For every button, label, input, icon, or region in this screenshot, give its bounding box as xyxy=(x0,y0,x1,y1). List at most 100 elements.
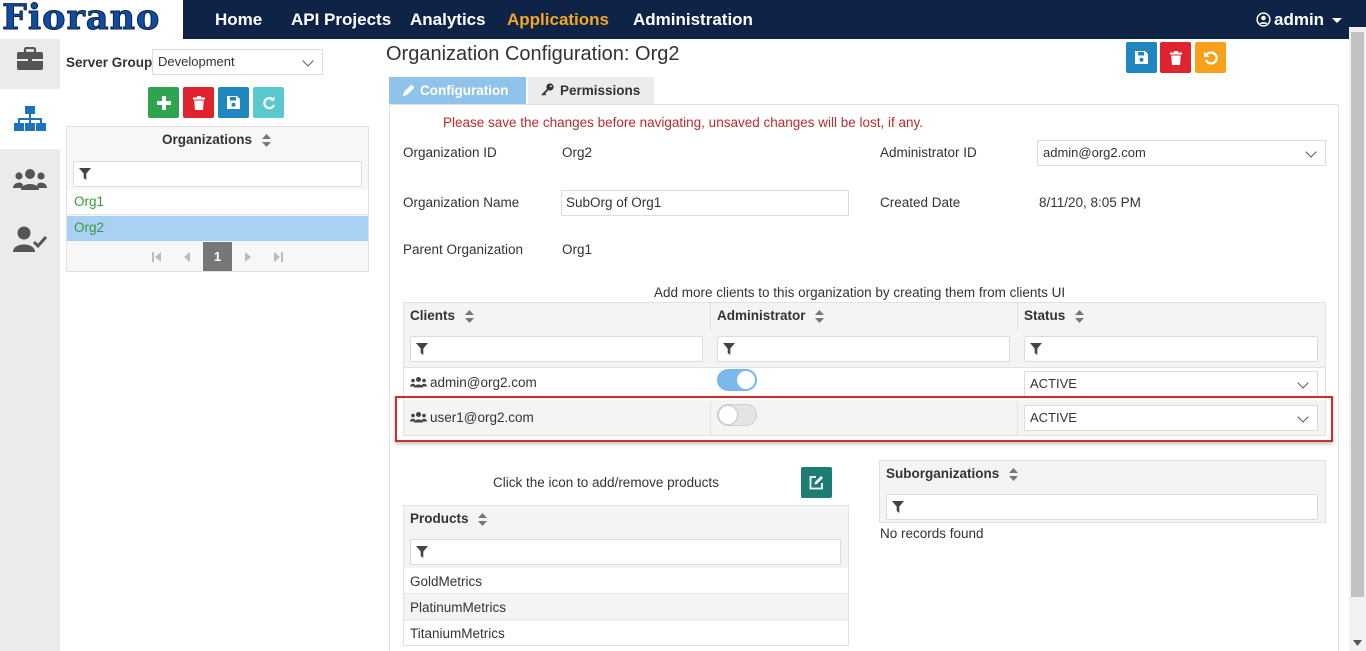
refresh-organizations-button[interactable] xyxy=(253,87,284,118)
clients-note: Add more clients to this organization by… xyxy=(654,285,1066,300)
org-name-label: Organization Name xyxy=(403,195,520,210)
org-id-label: Organization ID xyxy=(403,145,497,160)
prev-page-icon[interactable] xyxy=(183,252,191,262)
sort-icon xyxy=(464,309,474,323)
sort-icon xyxy=(261,133,271,147)
server-group-label: Server Group xyxy=(66,55,153,70)
next-page-icon[interactable] xyxy=(244,252,252,262)
suborganizations-column-header[interactable]: Suborganizations xyxy=(880,461,1325,488)
list-item[interactable]: GoldMetrics xyxy=(404,568,848,594)
clients-column-header[interactable]: Clients xyxy=(404,303,711,330)
rail-users[interactable] xyxy=(0,149,60,209)
rail-applications[interactable] xyxy=(0,29,60,89)
chevron-down-icon xyxy=(1297,377,1309,389)
parent-org-value: Org1 xyxy=(562,242,593,257)
toggle-knob xyxy=(737,371,755,389)
filter-icon xyxy=(416,546,428,558)
organizations-header[interactable]: Organizations xyxy=(162,132,271,147)
parent-org-label: Parent Organization xyxy=(403,242,524,257)
status-filter-input[interactable] xyxy=(1024,336,1318,362)
tab-configuration-label: Configuration xyxy=(420,83,509,98)
no-records-message: No records found xyxy=(880,526,984,541)
administrator-toggle[interactable] xyxy=(717,369,757,391)
list-item[interactable]: Org1 xyxy=(67,190,368,215)
administrator-header-label: Administrator xyxy=(717,308,806,323)
highlight-box xyxy=(395,396,1333,442)
server-group-value: Development xyxy=(158,54,235,69)
filter-icon xyxy=(723,343,735,355)
products-filter-input[interactable] xyxy=(410,539,841,565)
admin-id-select[interactable]: admin@org2.com xyxy=(1037,140,1326,166)
created-date-label: Created Date xyxy=(880,195,961,210)
pencil-icon xyxy=(403,84,415,96)
tab-permissions[interactable]: Permissions xyxy=(528,77,654,105)
suborganizations-filter-input[interactable] xyxy=(886,494,1318,520)
products-header-label: Products xyxy=(410,511,469,526)
list-item[interactable]: TitaniumMetrics xyxy=(404,621,848,645)
chevron-down-icon xyxy=(302,55,314,67)
organizations-header-label: Organizations xyxy=(162,132,253,147)
nav-home[interactable]: Home xyxy=(215,0,262,39)
scrollbar-thumb[interactable] xyxy=(1351,32,1364,597)
filter-icon xyxy=(79,168,91,180)
nav-analytics[interactable]: Analytics xyxy=(410,0,486,39)
user-name: admin xyxy=(1274,10,1325,29)
save-icon xyxy=(1135,51,1148,64)
users-icon xyxy=(13,169,47,190)
created-date-value: 8/11/20, 8:05 PM xyxy=(1039,195,1141,210)
administrator-filter-input[interactable] xyxy=(717,336,1010,362)
org-item-label: Org1 xyxy=(74,194,105,209)
top-navbar: Fiorano Home API Projects Analytics Appl… xyxy=(0,0,1366,39)
caret-down-icon xyxy=(1332,18,1343,24)
nav-applications[interactable]: Applications xyxy=(507,0,609,39)
briefcase-icon xyxy=(17,47,43,70)
last-page-icon[interactable] xyxy=(273,252,283,262)
filter-icon xyxy=(416,343,428,355)
save-organization-button[interactable] xyxy=(218,87,249,118)
filter-icon xyxy=(892,501,904,513)
rail-organizations[interactable] xyxy=(0,89,60,149)
users-icon xyxy=(410,377,427,388)
nav-api-projects[interactable]: API Projects xyxy=(291,0,391,39)
delete-organization-button[interactable] xyxy=(183,87,214,118)
org-item-label: Org2 xyxy=(74,220,105,235)
side-rail xyxy=(0,39,60,651)
sort-icon xyxy=(478,512,488,526)
delete-button[interactable] xyxy=(1160,42,1191,73)
page-title: Organization Configuration: Org2 xyxy=(386,43,680,65)
edit-products-button[interactable] xyxy=(801,467,832,498)
unsaved-warning: Please save the changes before navigatin… xyxy=(443,115,924,130)
server-group-select[interactable]: Development xyxy=(152,49,323,75)
first-page-icon[interactable] xyxy=(152,252,162,262)
nav-administration[interactable]: Administration xyxy=(633,0,753,39)
administrator-column-header[interactable]: Administrator xyxy=(711,303,1018,330)
trash-icon xyxy=(1169,50,1182,65)
user-menu[interactable]: admin xyxy=(1256,0,1343,39)
clients-header-label: Clients xyxy=(410,308,456,323)
list-item-selected[interactable]: Org2 xyxy=(67,216,368,241)
trash-icon xyxy=(192,95,205,110)
status-column-header[interactable]: Status xyxy=(1018,303,1325,330)
tab-configuration[interactable]: Configuration xyxy=(389,77,526,105)
organizations-filter-input[interactable] xyxy=(73,161,362,187)
undo-button[interactable] xyxy=(1195,42,1226,73)
org-name-input[interactable]: SubOrg of Org1 xyxy=(561,190,849,216)
clients-filter-input[interactable] xyxy=(410,336,703,362)
save-button[interactable] xyxy=(1126,42,1157,73)
refresh-icon xyxy=(262,96,275,109)
save-icon xyxy=(227,96,240,109)
page-number[interactable]: 1 xyxy=(203,242,232,271)
product-name: TitaniumMetrics xyxy=(410,626,505,641)
status-value: ACTIVE xyxy=(1030,376,1077,391)
list-item[interactable]: PlatinumMetrics xyxy=(404,595,848,620)
rail-user-permissions[interactable] xyxy=(0,209,60,269)
status-select[interactable]: ACTIVE xyxy=(1024,371,1318,397)
products-column-header[interactable]: Products xyxy=(404,506,848,533)
products-note: Click the icon to add/remove products xyxy=(493,475,719,490)
client-name: admin@org2.com xyxy=(430,375,537,390)
add-organization-button[interactable] xyxy=(148,87,179,118)
admin-id-value: admin@org2.com xyxy=(1043,145,1146,160)
scroll-down-icon[interactable] xyxy=(1353,640,1362,646)
filter-icon xyxy=(1030,343,1042,355)
org-id-value: Org2 xyxy=(562,145,593,160)
